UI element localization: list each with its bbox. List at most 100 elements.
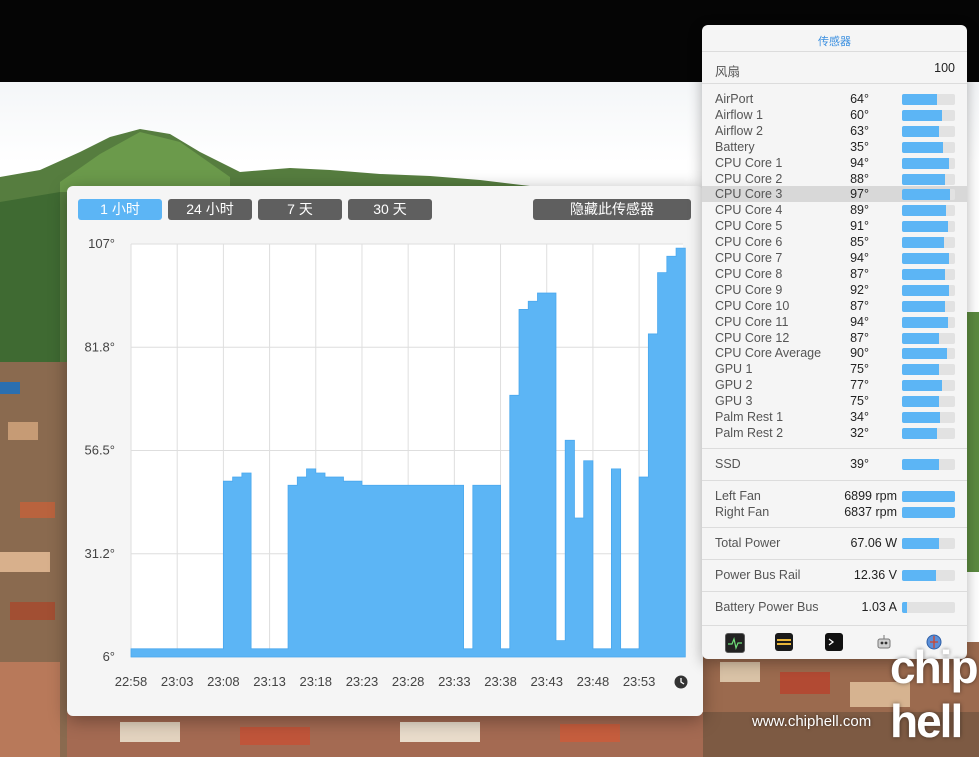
sensor-row[interactable]: Palm Rest 2 32° (702, 425, 967, 441)
sensor-value: 6899 rpm (844, 489, 897, 503)
sensor-level-fill (902, 125, 939, 137)
sensor-value: 97° (850, 187, 869, 202)
sensor-level-fill (902, 507, 955, 518)
sensor-row[interactable]: Palm Rest 1 34° (702, 409, 967, 425)
sensor-row[interactable]: SSD 39° (702, 456, 967, 472)
x-tick-label: 23:53 (623, 674, 656, 689)
sensor-row[interactable]: AirPort 64° (702, 91, 967, 107)
x-axis-labels: 22:58 23:03 23:08 23:13 23:18 23:23 23:28 23:33… (115, 674, 656, 689)
sensor-value: 75° (850, 362, 869, 377)
sensor-level-bar (902, 538, 955, 549)
terminal-icon[interactable] (825, 633, 843, 651)
x-tick-label: 23:08 (207, 674, 240, 689)
sensor-name: CPU Core 10 (715, 298, 790, 313)
divider (702, 559, 967, 560)
sensor-name: GPU 1 (715, 362, 753, 377)
macs-fan-control-icon[interactable] (775, 633, 793, 651)
sensor-value: 64° (850, 92, 869, 106)
sensor-name: Left Fan (715, 489, 761, 503)
x-tick-label: 23:18 (299, 674, 332, 689)
x-tick-label: 23:23 (346, 674, 379, 689)
sensor-name: GPU 3 (715, 394, 753, 409)
sensor-level-fill (902, 332, 939, 344)
sensor-name: CPU Core 7 (715, 251, 783, 265)
sensor-value: 35° (850, 139, 869, 154)
sensor-row[interactable]: CPU Core 10 87° (702, 298, 967, 314)
sensor-name: Palm Rest 1 (715, 410, 784, 424)
sensor-value: 75° (850, 394, 869, 409)
y-tick-label: 107° (88, 236, 115, 251)
sensor-name: Right Fan (715, 505, 770, 519)
sensor-level-bar (902, 109, 955, 121)
sensor-level-bar (902, 189, 955, 201)
sensor-name: Battery (715, 139, 755, 154)
sensor-value: 1.03 A (861, 600, 897, 614)
sensor-name: CPU Core 1 (715, 155, 783, 170)
clock-icon[interactable] (674, 675, 688, 689)
sensor-row[interactable]: Battery Power Bus 1.03 A (702, 599, 967, 615)
sensor-level-bar (902, 348, 955, 360)
watermark-logo: chip hell (890, 641, 979, 747)
sensor-row[interactable]: CPU Core 9 92° (702, 282, 967, 298)
x-tick-label: 23:33 (438, 674, 471, 689)
x-tick-label: 23:03 (161, 674, 194, 689)
divider (702, 480, 967, 481)
sensor-name: CPU Core 11 (715, 314, 789, 329)
divider (702, 83, 967, 84)
sensor-row[interactable]: CPU Core 6 85° (702, 234, 967, 250)
sensor-level-bar (902, 141, 955, 153)
sensor-value: 87° (850, 330, 869, 345)
sensor-row[interactable]: CPU Core Average 90° (702, 345, 967, 361)
sensor-name: CPU Core 9 (715, 282, 783, 297)
activity-monitor-icon[interactable] (725, 633, 745, 653)
sensor-row[interactable]: Power Bus Rail 12.36 V (702, 567, 967, 583)
sensor-level-fill (902, 538, 939, 549)
sensor-row[interactable]: Right Fan 6837 rpm (702, 504, 967, 520)
sensor-level-bar (902, 602, 955, 613)
sensor-level-fill (902, 157, 949, 169)
sensor-row[interactable]: CPU Core 12 87° (702, 330, 967, 346)
sensor-name: Total Power (715, 536, 781, 550)
sensor-name: Airflow 2 (715, 123, 763, 138)
sensor-row[interactable]: CPU Core 4 89° (702, 202, 967, 218)
sensor-row[interactable]: Airflow 1 60° (702, 107, 967, 123)
sensor-row[interactable]: CPU Core 5 91° (702, 218, 967, 234)
sensor-row[interactable]: GPU 2 77° (702, 377, 967, 393)
fan-label: 风扇 (715, 65, 741, 79)
sensor-level-fill (902, 364, 939, 376)
sensor-value: 39° (850, 457, 869, 471)
sensor-value: 90° (850, 346, 869, 361)
sensor-level-bar (902, 237, 955, 249)
sensor-level-bar (902, 173, 955, 185)
y-tick-label: 81.8° (84, 339, 115, 354)
sensor-name: AirPort (715, 92, 754, 106)
sensor-name: CPU Core 5 (715, 219, 783, 234)
sensor-row[interactable]: CPU Core 3 97° (702, 186, 967, 203)
sensor-row[interactable]: Airflow 2 63° (702, 123, 967, 139)
sensor-value: 32° (850, 425, 869, 440)
sensor-level-fill (902, 380, 942, 392)
sensor-name: Power Bus Rail (715, 568, 801, 582)
sensor-row[interactable]: CPU Core 7 94° (702, 250, 967, 266)
sensor-level-bar (902, 268, 955, 280)
sensor-name: CPU Core 12 (715, 330, 790, 345)
sensor-row[interactable]: Left Fan 6899 rpm (702, 488, 967, 504)
sensor-row[interactable]: GPU 3 75° (702, 393, 967, 409)
sensor-history-window: 1 小时 24 小时 7 天 30 天 隐藏此传感器 107° 81.8° 56.5… (67, 186, 703, 716)
sensor-row[interactable]: CPU Core 11 94° (702, 314, 967, 330)
sensor-name: GPU 2 (715, 378, 753, 393)
sensor-value: 60° (850, 107, 869, 122)
y-axis-labels: 107° 81.8° 56.5° 31.2° 6° (84, 236, 115, 664)
sensor-value: 63° (850, 123, 869, 138)
sensor-level-bar (902, 284, 955, 296)
sensor-row[interactable]: CPU Core 1 94° (702, 155, 967, 171)
sensor-row[interactable]: CPU Core 2 88° (702, 171, 967, 187)
sensor-value: 6837 rpm (844, 505, 897, 519)
sensor-level-fill (902, 427, 937, 439)
fan-value: 100 (934, 61, 955, 75)
sensor-row[interactable]: Total Power 67.06 W (702, 535, 967, 551)
sensor-row[interactable]: GPU 1 75° (702, 361, 967, 377)
sensor-row[interactable]: Battery 35° (702, 139, 967, 155)
sensor-value: 88° (850, 171, 869, 186)
sensor-row[interactable]: CPU Core 8 87° (702, 266, 967, 282)
